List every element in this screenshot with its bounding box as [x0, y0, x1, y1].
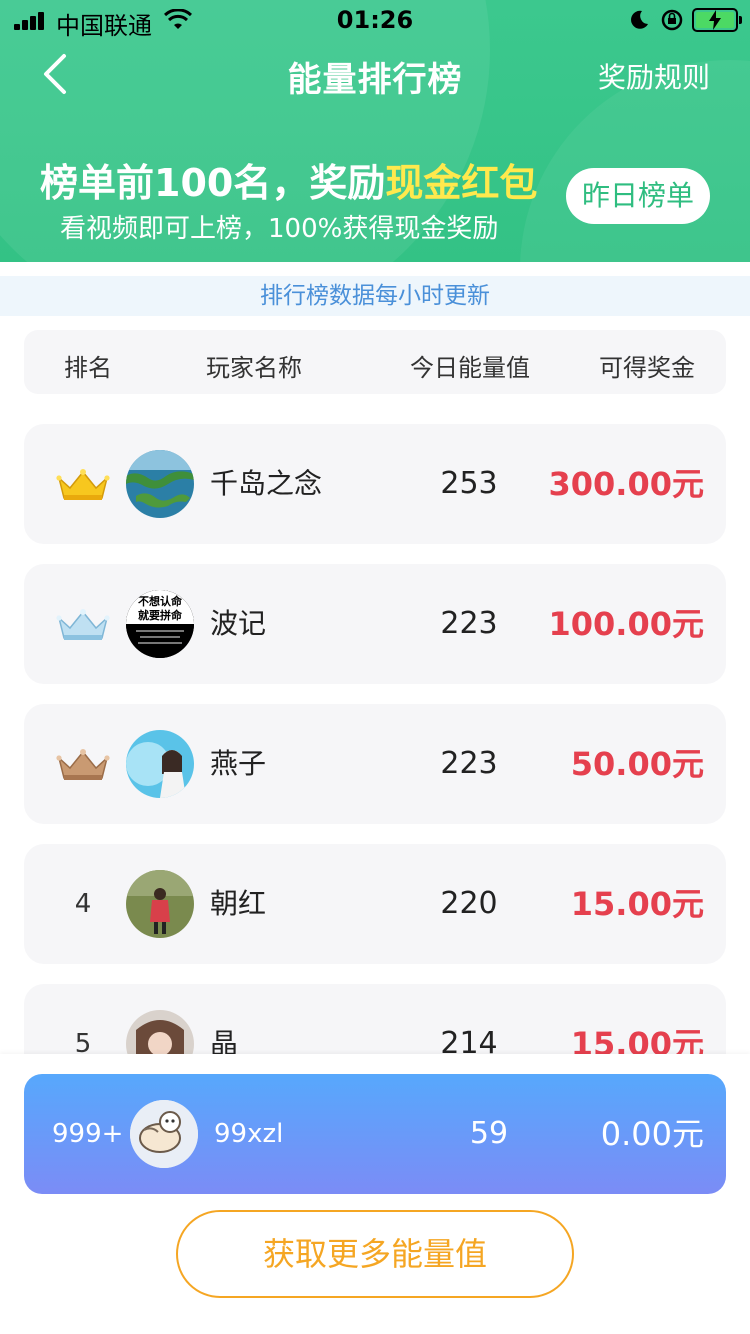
- update-notice: 排行榜数据每小时更新: [0, 276, 750, 316]
- moon-icon: [631, 10, 648, 29]
- reward-amount: 15.00元: [570, 885, 704, 923]
- my-avatar: [130, 1100, 198, 1168]
- energy-value: 223: [440, 746, 498, 781]
- reward-rules-link[interactable]: 奖励规则: [598, 56, 710, 96]
- banner-headline: 榜单前100名，奖励现金红包: [40, 152, 537, 207]
- nav-bar: 能量排行榜 奖励规则: [0, 40, 750, 106]
- reward-amount: 50.00元: [570, 745, 704, 783]
- header-energy: 今日能量值: [410, 354, 530, 382]
- avatar: [126, 1010, 194, 1054]
- player-name: 晶: [210, 1027, 239, 1054]
- yesterday-ranking-button[interactable]: 昨日榜单: [566, 168, 710, 224]
- battery-icon: [692, 8, 742, 32]
- ranking-row: 千岛之念 253 300.00元: [24, 424, 726, 544]
- get-more-energy-button[interactable]: 获取更多能量值: [176, 1210, 574, 1298]
- my-reward-amount: 0.00元: [600, 1115, 704, 1153]
- ranking-list[interactable]: 千岛之念 253 300.00元 不想认命 就要拼命 波记 223 100.00…: [0, 424, 750, 1054]
- banner-highlight: 现金红包: [385, 161, 538, 205]
- gold-crown-icon: [56, 469, 110, 500]
- svg-text:就要拼命: 就要拼命: [138, 608, 183, 622]
- avatar: [126, 730, 194, 798]
- player-name: 燕子: [210, 747, 267, 780]
- energy-value: 223: [440, 606, 498, 641]
- player-name: 朝红: [210, 887, 267, 920]
- my-rank: 999+: [52, 1119, 124, 1149]
- svg-text:不想认命: 不想认命: [138, 594, 183, 608]
- header-rank: 排名: [64, 354, 112, 382]
- reward-amount: 300.00元: [548, 465, 705, 503]
- header-reward: 可得奖金: [599, 354, 695, 382]
- reward-amount: 15.00元: [570, 1025, 704, 1054]
- my-ranking-row: 999+ 99xzl 59 0.00元: [24, 1074, 726, 1194]
- banner-headline-text: 榜单前100名，奖励: [40, 161, 386, 205]
- player-name: 波记: [210, 607, 267, 640]
- rotation-lock-icon: [661, 9, 683, 31]
- status-bar: 中国联通 01:26: [0, 0, 750, 40]
- ranking-row: 不想认命 就要拼命 波记 223 100.00元: [24, 564, 726, 684]
- header-player: 玩家名称: [206, 354, 302, 382]
- ranking-row: 5 晶 214 15.00元: [24, 984, 726, 1054]
- avatar: [126, 870, 194, 938]
- rank-number: 5: [74, 1029, 92, 1054]
- energy-value: 214: [440, 1026, 498, 1054]
- ranking-row: 4 朝红 220 15.00元: [24, 844, 726, 964]
- my-energy-value: 59: [469, 1116, 509, 1151]
- table-header: 排名 玩家名称 今日能量值 可得奖金: [24, 330, 726, 394]
- my-player-name: 99xzl: [214, 1119, 284, 1149]
- banner-subtitle: 看视频即可上榜，100%获得现金奖励: [60, 214, 499, 244]
- player-name: 千岛之念: [210, 467, 323, 500]
- avatar: [126, 450, 194, 518]
- avatar: 不想认命 就要拼命: [126, 590, 194, 658]
- header-banner: 中国联通 01:26 能量排行榜 奖励规则 榜单前100名，奖励现金红包 看视频…: [0, 0, 750, 262]
- reward-amount: 100.00元: [548, 605, 705, 643]
- bronze-crown-icon: [56, 749, 110, 780]
- rank-number: 4: [74, 889, 92, 919]
- energy-value: 253: [440, 466, 498, 501]
- ranking-row: 燕子 223 50.00元: [24, 704, 726, 824]
- silver-crown-icon: [56, 609, 110, 640]
- energy-value: 220: [440, 886, 498, 921]
